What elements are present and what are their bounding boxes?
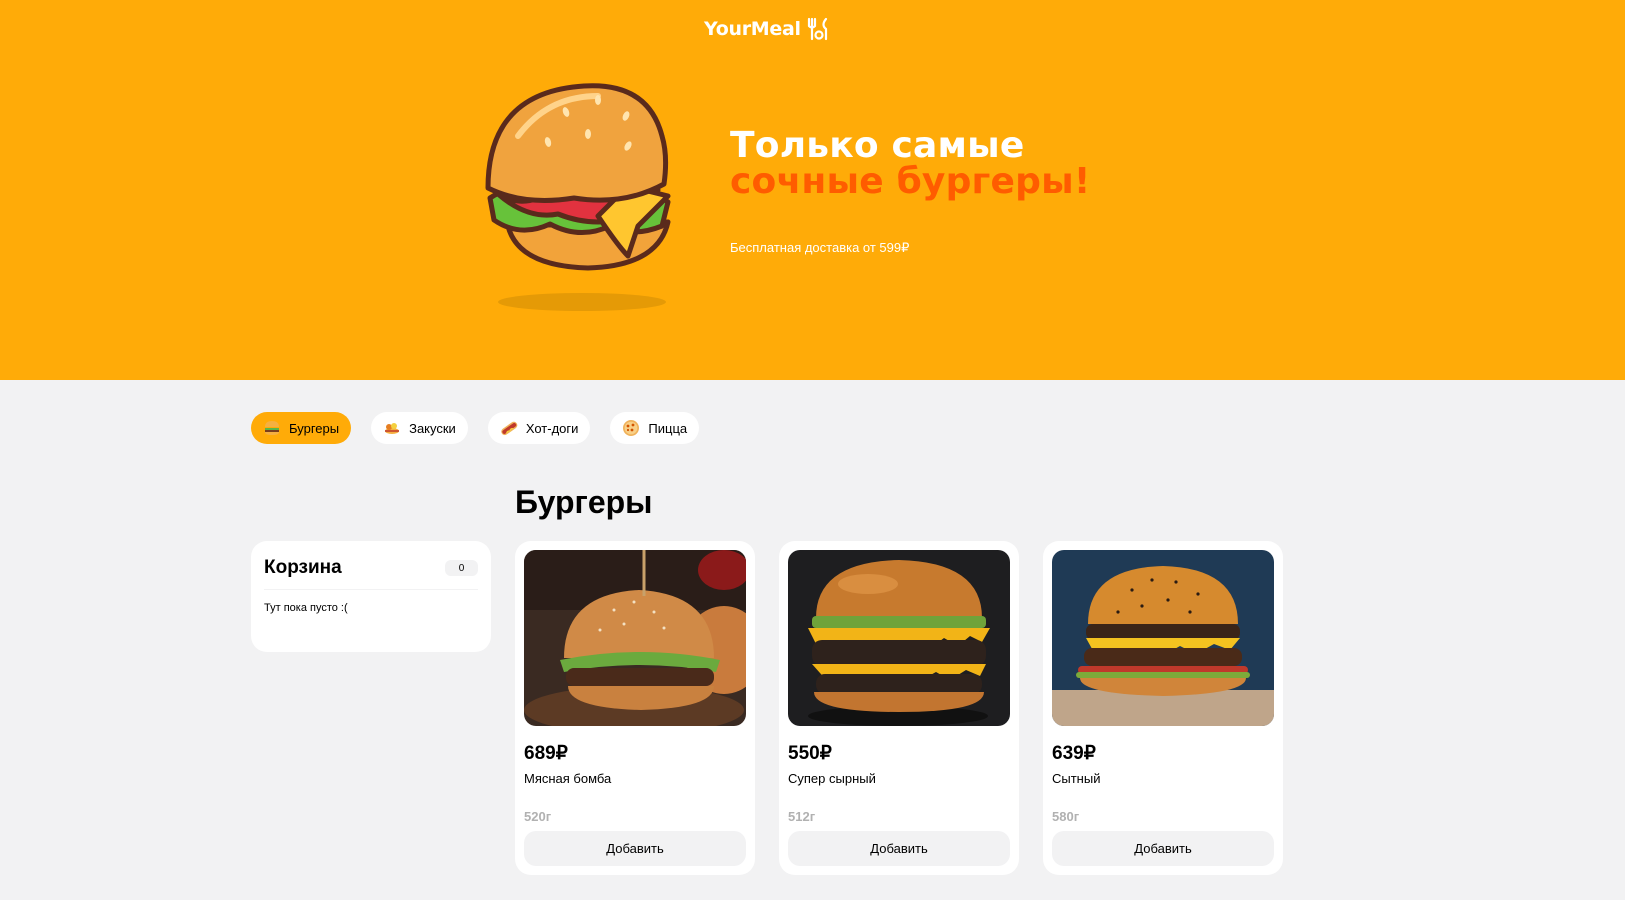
product-weight: 580г — [1052, 809, 1080, 824]
add-to-cart-button[interactable]: Добавить — [788, 831, 1010, 866]
nav-chip-burgers[interactable]: Бургеры — [251, 412, 352, 444]
product-price: 639₽ — [1052, 743, 1096, 764]
nav-chip-hotdogs[interactable]: Хот-доги — [487, 412, 591, 444]
section-title: Бургеры — [515, 484, 653, 520]
product-name[interactable]: Сытный — [1052, 771, 1274, 786]
hero-subtitle: Бесплатная доставка от 599₽ — [730, 240, 910, 255]
product-price: 550₽ — [788, 743, 832, 764]
add-to-cart-button[interactable]: Добавить — [1052, 831, 1274, 866]
hero-title-line1: Только самые — [730, 125, 1025, 166]
hotdog-icon — [501, 421, 518, 436]
hero-title-line2: сочные бургеры! — [730, 161, 1091, 202]
burger-photo-super-cheese[interactable] — [788, 550, 1010, 726]
cart-title: Корзина — [264, 557, 342, 578]
product-name[interactable]: Супер сырный — [788, 771, 1010, 786]
snack-icon — [385, 423, 400, 434]
utensils-icon — [807, 17, 827, 41]
cart-empty-text: Тут пока пусто :( — [264, 602, 348, 614]
product-weight: 520г — [524, 809, 552, 824]
product-name[interactable]: Мясная бомба — [524, 771, 746, 786]
product-card: 689₽ Мясная бомба 520г Добавить — [515, 541, 755, 875]
nav-chip-label: Хот-доги — [525, 420, 579, 436]
nav-chip-snacks[interactable]: Закуски — [371, 412, 468, 444]
cart-count-badge: 0 — [445, 560, 478, 576]
category-nav: Бургеры Закуски Хот-доги Пицца — [251, 412, 700, 444]
hero-title: Только самые сочные бургеры! — [730, 128, 1091, 200]
burger-photo-meat-bomb[interactable] — [524, 550, 746, 726]
nav-chip-label: Закуски — [409, 420, 456, 436]
product-card: 550₽ Супер сырный 512г Добавить — [779, 541, 1019, 875]
nav-chip-pizza[interactable]: Пицца — [610, 412, 700, 444]
nav-chip-label: Пицца — [648, 420, 688, 436]
product-card: 639₽ Сытный 580г Добавить — [1043, 541, 1283, 875]
cart-header: Корзина 0 — [264, 557, 478, 590]
product-weight: 512г — [788, 809, 816, 824]
burger-photo-hearty[interactable] — [1052, 550, 1274, 726]
product-list: 689₽ Мясная бомба 520г Добавить 550₽ Суп… — [515, 541, 1283, 875]
hero-banner: YourMeal Только самые сочные бургеры! Бе… — [0, 0, 1625, 380]
add-to-cart-button[interactable]: Добавить — [524, 831, 746, 866]
logo[interactable]: YourMeal — [704, 16, 831, 42]
cart-panel: Корзина 0 Тут пока пусто :( — [251, 541, 491, 652]
nav-chip-label: Бургеры — [289, 420, 340, 436]
burger-icon — [265, 421, 279, 435]
pizza-icon — [623, 420, 640, 436]
logo-text: YourMeal — [704, 18, 801, 40]
burger-illustration — [485, 83, 671, 311]
product-price: 689₽ — [524, 743, 568, 764]
